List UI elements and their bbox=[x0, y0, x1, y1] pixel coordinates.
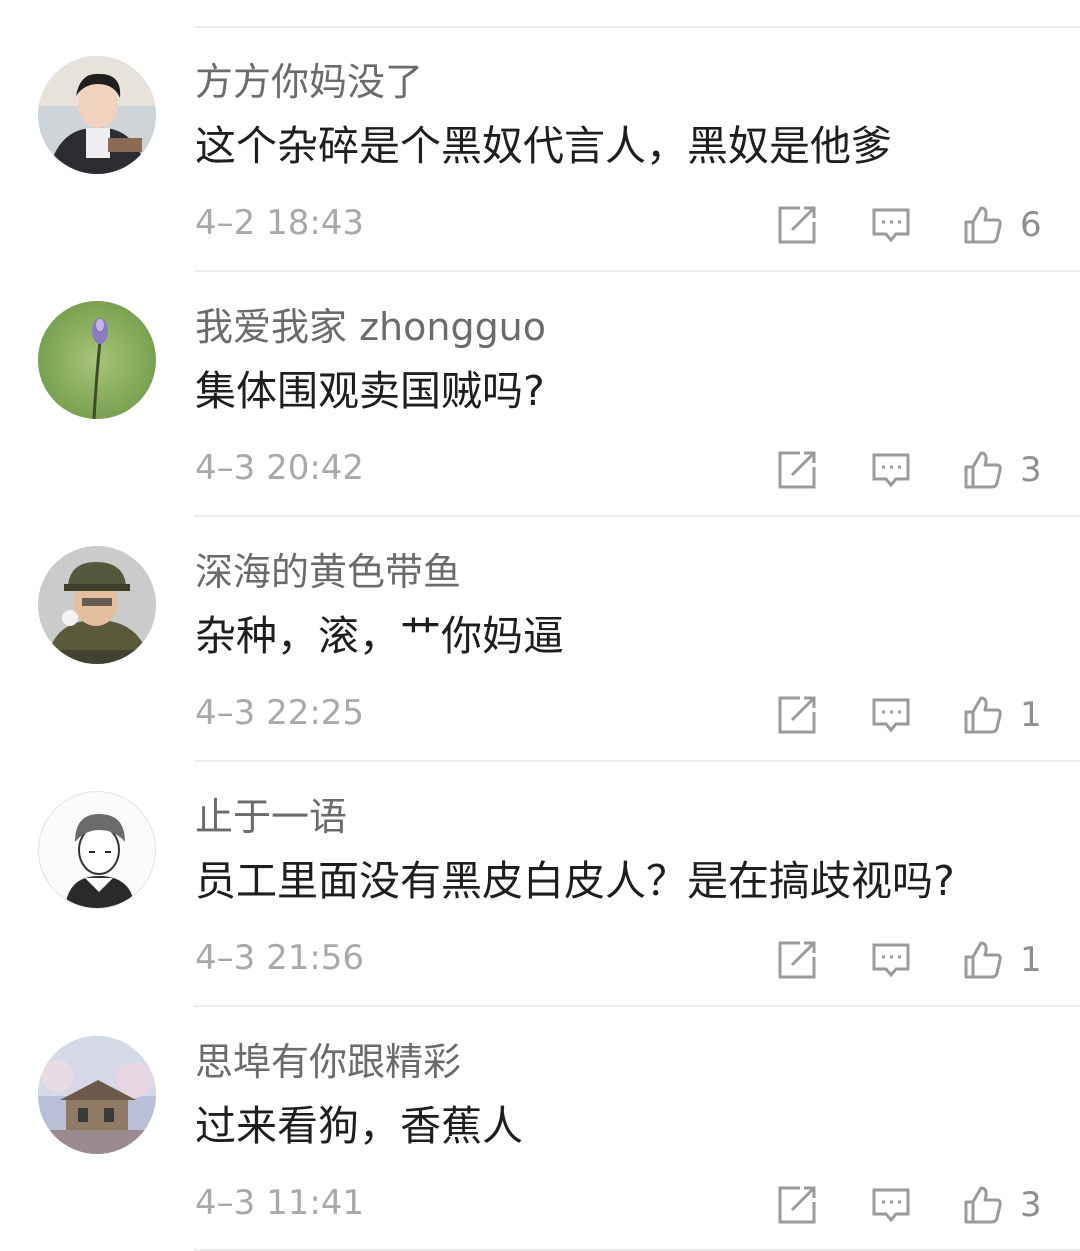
thumbs-up-icon[interactable] bbox=[962, 204, 1004, 246]
comment-icon[interactable] bbox=[870, 1184, 912, 1226]
like-count: 6 bbox=[1020, 205, 1042, 245]
timestamp: 4–3 11:41 bbox=[195, 1183, 365, 1223]
like-count: 1 bbox=[1020, 940, 1042, 980]
avatar[interactable] bbox=[38, 301, 156, 419]
thumbs-up-icon[interactable] bbox=[962, 1184, 1004, 1226]
comment-item: 深海的黄色带鱼 杂种，滚，艹你妈逼 4–3 22:25 1 bbox=[0, 516, 1080, 760]
share-icon[interactable] bbox=[776, 939, 818, 981]
username[interactable]: 思埠有你跟精彩 bbox=[195, 1036, 461, 1088]
avatar-image bbox=[38, 301, 156, 419]
comment-actions: 1 bbox=[776, 692, 1042, 738]
share-icon[interactable] bbox=[776, 449, 818, 491]
username[interactable]: 我爱我家 zhongguo bbox=[195, 301, 546, 353]
timestamp: 4–3 22:25 bbox=[195, 693, 365, 733]
like-count: 3 bbox=[1020, 1185, 1042, 1225]
avatar-image bbox=[39, 792, 155, 908]
comment-icon[interactable] bbox=[870, 694, 912, 736]
avatar[interactable] bbox=[38, 1036, 156, 1154]
comment-text: 杂种，滚，艹你妈逼 bbox=[195, 612, 564, 660]
comment-actions: 6 bbox=[776, 202, 1042, 248]
avatar-image bbox=[38, 56, 156, 174]
comment-text: 这个杂碎是个黑奴代言人，黑奴是他爹 bbox=[195, 122, 892, 170]
share-icon[interactable] bbox=[776, 204, 818, 246]
comment-actions: 3 bbox=[776, 447, 1042, 493]
comment-icon[interactable] bbox=[870, 449, 912, 491]
avatar[interactable] bbox=[38, 546, 156, 664]
comment-actions: 1 bbox=[776, 937, 1042, 983]
comment-item: 我爱我家 zhongguo 集体围观卖国贼吗? 4–3 20:42 3 bbox=[0, 271, 1080, 515]
comment-actions: 3 bbox=[776, 1182, 1042, 1228]
like-count: 3 bbox=[1020, 450, 1042, 490]
timestamp: 4–2 18:43 bbox=[195, 203, 365, 243]
thumbs-up-icon[interactable] bbox=[962, 939, 1004, 981]
comment-icon[interactable] bbox=[870, 204, 912, 246]
comment-item: 思埠有你跟精彩 过来看狗，香蕉人 4–3 11:41 3 bbox=[0, 1006, 1080, 1250]
timestamp: 4–3 20:42 bbox=[195, 448, 365, 488]
share-icon[interactable] bbox=[776, 1184, 818, 1226]
comment-text: 集体围观卖国贼吗? bbox=[195, 367, 545, 415]
share-icon[interactable] bbox=[776, 694, 818, 736]
thumbs-up-icon[interactable] bbox=[962, 694, 1004, 736]
username[interactable]: 止于一语 bbox=[195, 791, 347, 843]
comment-item: 方方你妈没了 这个杂碎是个黑奴代言人，黑奴是他爹 4–2 18:43 6 bbox=[0, 26, 1080, 270]
thumbs-up-icon[interactable] bbox=[962, 449, 1004, 491]
comment-text: 过来看狗，香蕉人 bbox=[195, 1102, 523, 1150]
avatar-image bbox=[38, 1036, 156, 1154]
comment-item: 止于一语 员工里面没有黑皮白皮人？是在搞歧视吗? 4–3 21:56 1 bbox=[0, 761, 1080, 1005]
comment-icon[interactable] bbox=[870, 939, 912, 981]
avatar[interactable] bbox=[38, 56, 156, 174]
comment-text: 员工里面没有黑皮白皮人？是在搞歧视吗? bbox=[195, 857, 955, 905]
timestamp: 4–3 21:56 bbox=[195, 938, 365, 978]
avatar[interactable] bbox=[38, 791, 156, 909]
avatar-image bbox=[38, 546, 156, 664]
username[interactable]: 深海的黄色带鱼 bbox=[195, 546, 461, 598]
username[interactable]: 方方你妈没了 bbox=[195, 56, 423, 108]
like-count: 1 bbox=[1020, 695, 1042, 735]
